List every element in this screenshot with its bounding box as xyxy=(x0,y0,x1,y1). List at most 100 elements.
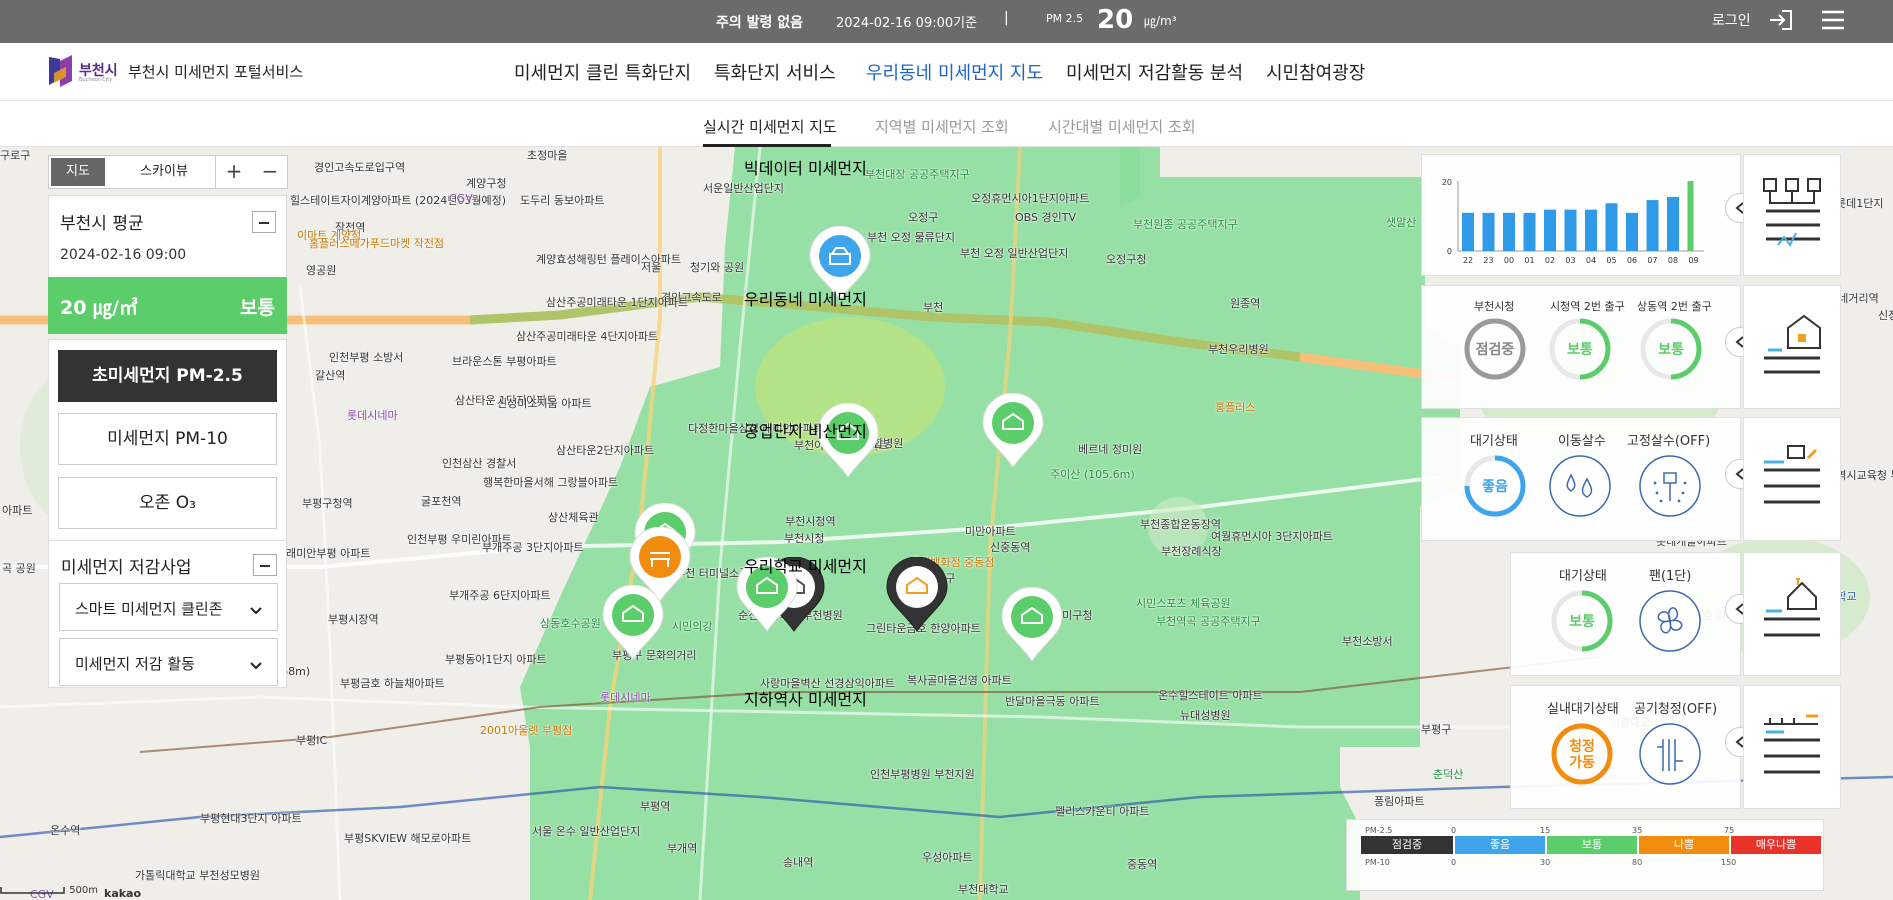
school-air-status: 보통 xyxy=(1569,614,1595,630)
chart-bar xyxy=(1626,212,1638,251)
chevron-down-icon xyxy=(249,656,263,675)
neighborhood-panel: 부천시청 시청역 2번 출구 상동역 2번 출구 점검중 보통 보통 xyxy=(1421,285,1755,409)
water-drop-icon xyxy=(1549,455,1611,517)
neighborhood-side-panel[interactable]: 우리동네 미세먼지 xyxy=(744,285,1841,409)
industrial-side-panel[interactable]: 공업단지 비산먼지 xyxy=(744,417,1841,541)
pm-unit: ㎍/m³ xyxy=(1144,14,1177,28)
reduction-title: 미세먼지 저감사업 xyxy=(61,558,192,578)
industrial-panel: 대기상태 이동살수 고정살수(OFF) 좋음 xyxy=(1421,417,1755,541)
ozone-button[interactable]: 오존 O₃ xyxy=(58,477,277,529)
menu-icon[interactable] xyxy=(1821,9,1845,35)
city-average-value: 20 ㎍/㎥ xyxy=(60,297,138,319)
nav-special-service[interactable]: 특화단지 서비스 xyxy=(714,59,836,85)
smart-clean-zone-dropdown[interactable]: 스마트 미세먼지 클린존 xyxy=(59,583,278,631)
map-marker-station[interactable] xyxy=(981,392,1045,469)
logo-subtext: Bucheon City xyxy=(79,77,113,83)
site-title[interactable]: 부천시 미세먼지 포털서비스 xyxy=(128,61,303,82)
school-logo-icon xyxy=(1764,578,1820,637)
map-type-toggle: 지도 스카이뷰 xyxy=(48,155,222,189)
school-panel: 대기상태 팬(1단) 보통 xyxy=(1510,552,1755,676)
city-average-status: 보통 xyxy=(240,297,275,319)
subway-label: 공기청정(OFF) xyxy=(1634,702,1718,717)
chart-x-tick: 22 xyxy=(1463,256,1473,265)
legend-tick: 35 xyxy=(1632,826,1643,835)
legend-inspection: 점검중 xyxy=(1361,836,1453,854)
separator: | xyxy=(1004,10,1009,26)
reduction-activity-dropdown[interactable]: 미세먼지 저감 활동 xyxy=(59,638,278,686)
subway-panel: 실내대기상태 공기청정(OFF) 청정 가동 xyxy=(1510,685,1755,809)
pm-label: PM 2.5 xyxy=(1046,12,1084,25)
pm10-button[interactable]: 미세먼지 PM-10 xyxy=(58,413,277,465)
sub-navigation: 실시간 미세먼지 지도 지역별 미세먼지 조회 시간대별 미세먼지 조회 xyxy=(0,101,1893,147)
legend-pm25-label: PM-2.5 xyxy=(1365,826,1393,835)
chart-x-tick: 00 xyxy=(1504,256,1514,265)
nav-neighborhood-map[interactable]: 우리동네 미세먼지 지도 xyxy=(866,59,1043,85)
legend-normal: 보통 xyxy=(1547,836,1637,854)
industrial-air-status: 좋음 xyxy=(1482,479,1508,495)
kakao-logo: kakao xyxy=(104,887,142,900)
chart-x-tick: 05 xyxy=(1606,256,1616,265)
map-view-button[interactable]: 지도 xyxy=(51,158,105,186)
hourly-bar-chart: 20 0 22 23 00 01 02 03 04 05 06 07 08 09 xyxy=(1442,178,1704,265)
bucheon-logo-icon[interactable] xyxy=(46,53,76,93)
login-icon[interactable] xyxy=(1768,9,1794,35)
station-name: 시청역 2번 출구 xyxy=(1550,300,1625,313)
legend-tick: 80 xyxy=(1632,858,1643,867)
zoom-out-button[interactable]: − xyxy=(252,156,288,188)
map-marker-inspection[interactable] xyxy=(885,556,949,633)
bigdata-side-text: 빅데이터 미세먼지 xyxy=(744,159,867,178)
legend-tick: 0 xyxy=(1451,858,1457,867)
station-name: 부천시청 xyxy=(1474,300,1515,313)
tab-regional-query[interactable]: 지역별 미세먼지 조회 xyxy=(875,116,1009,137)
station-name: 상동역 2번 출구 xyxy=(1637,300,1712,313)
chart-x-tick: 04 xyxy=(1586,256,1596,265)
industrial-label: 대기상태 xyxy=(1470,434,1518,449)
industrial-label: 이동살수 xyxy=(1558,434,1606,449)
legend-tick: 75 xyxy=(1724,826,1735,835)
station-status: 보통 xyxy=(1567,342,1593,358)
bigdata-chart-panel: 20 0 22 23 00 01 02 03 04 05 06 07 08 09 xyxy=(1421,154,1755,276)
station-status: 점검중 xyxy=(1475,342,1515,358)
collapse-average-button[interactable] xyxy=(252,211,276,233)
chart-bar xyxy=(1646,200,1659,251)
air-purifier-icon xyxy=(1639,723,1701,785)
tab-hourly-query[interactable]: 시간대별 미세먼지 조회 xyxy=(1048,116,1196,137)
login-link[interactable]: 로그인 xyxy=(1712,10,1751,30)
collapse-reduction-button[interactable] xyxy=(253,554,277,576)
school-side-text: 우리학교 미세먼지 xyxy=(744,557,867,576)
nav-clean-zone[interactable]: 미세먼지 클린 특화단지 xyxy=(514,59,691,85)
chart-x-tick: 01 xyxy=(1524,256,1534,265)
city-average-panel: 부천시 평균 2024-02-16 09:00 20 ㎍/㎥ 보통 초미세먼지 … xyxy=(48,195,287,611)
zoom-in-button[interactable]: + xyxy=(216,156,252,188)
sprinkler-icon xyxy=(1639,455,1701,517)
station-status: 보통 xyxy=(1658,342,1684,358)
map-scale: 500m xyxy=(0,885,98,896)
subway-side-panel[interactable]: 지하역사 미세먼지 xyxy=(744,685,1841,809)
neighborhood-side-text: 우리동네 미세먼지 xyxy=(744,290,867,309)
timestamp: 2024-02-16 09:00기준 xyxy=(836,16,978,31)
chart-x-tick: 23 xyxy=(1483,256,1493,265)
map-marker-station[interactable] xyxy=(1000,586,1064,663)
legend-very-bad: 매우나쁨 xyxy=(1731,836,1821,854)
tab-realtime-map[interactable]: 실시간 미세먼지 지도 xyxy=(703,116,837,137)
legend-tick: 0 xyxy=(1451,826,1457,835)
dropdown-label: 스마트 미세먼지 클린존 xyxy=(75,600,223,618)
alert-status: 주의 발령 없음 xyxy=(716,15,804,31)
chevron-down-icon xyxy=(249,601,263,620)
map-marker-station[interactable] xyxy=(601,584,665,661)
reduction-projects-panel: 미세먼지 저감사업 스마트 미세먼지 클린존 미세먼지 저감 활동 xyxy=(48,540,287,688)
chart-bar xyxy=(1585,209,1597,251)
nav-citizen-plaza[interactable]: 시민참여광장 xyxy=(1266,59,1365,85)
subway-label: 실내대기상태 xyxy=(1547,702,1619,717)
bigdata-side-panel[interactable]: 빅데이터 미세먼지 xyxy=(744,154,1841,276)
dropdown-label: 미세먼지 저감 활동 xyxy=(75,655,195,673)
school-side-panel[interactable]: 우리학교 미세먼지 xyxy=(744,552,1841,676)
industrial-logo-icon xyxy=(1764,445,1820,504)
legend-pm10-label: PM-10 xyxy=(1365,858,1390,867)
dust-map[interactable]: 경인고속도로입구역 초정마을 계양구청 서운일반산업단지 부천대장 공공주택지구 오정휴먼… xyxy=(0,147,1893,900)
skyview-button[interactable]: 스카이뷰 xyxy=(109,158,219,186)
chart-x-tick: 03 xyxy=(1565,256,1575,265)
pm25-button[interactable]: 초미세먼지 PM-2.5 xyxy=(58,350,277,402)
nav-reduction-analysis[interactable]: 미세먼지 저감활동 분석 xyxy=(1066,59,1243,85)
chart-bar xyxy=(1667,196,1679,251)
